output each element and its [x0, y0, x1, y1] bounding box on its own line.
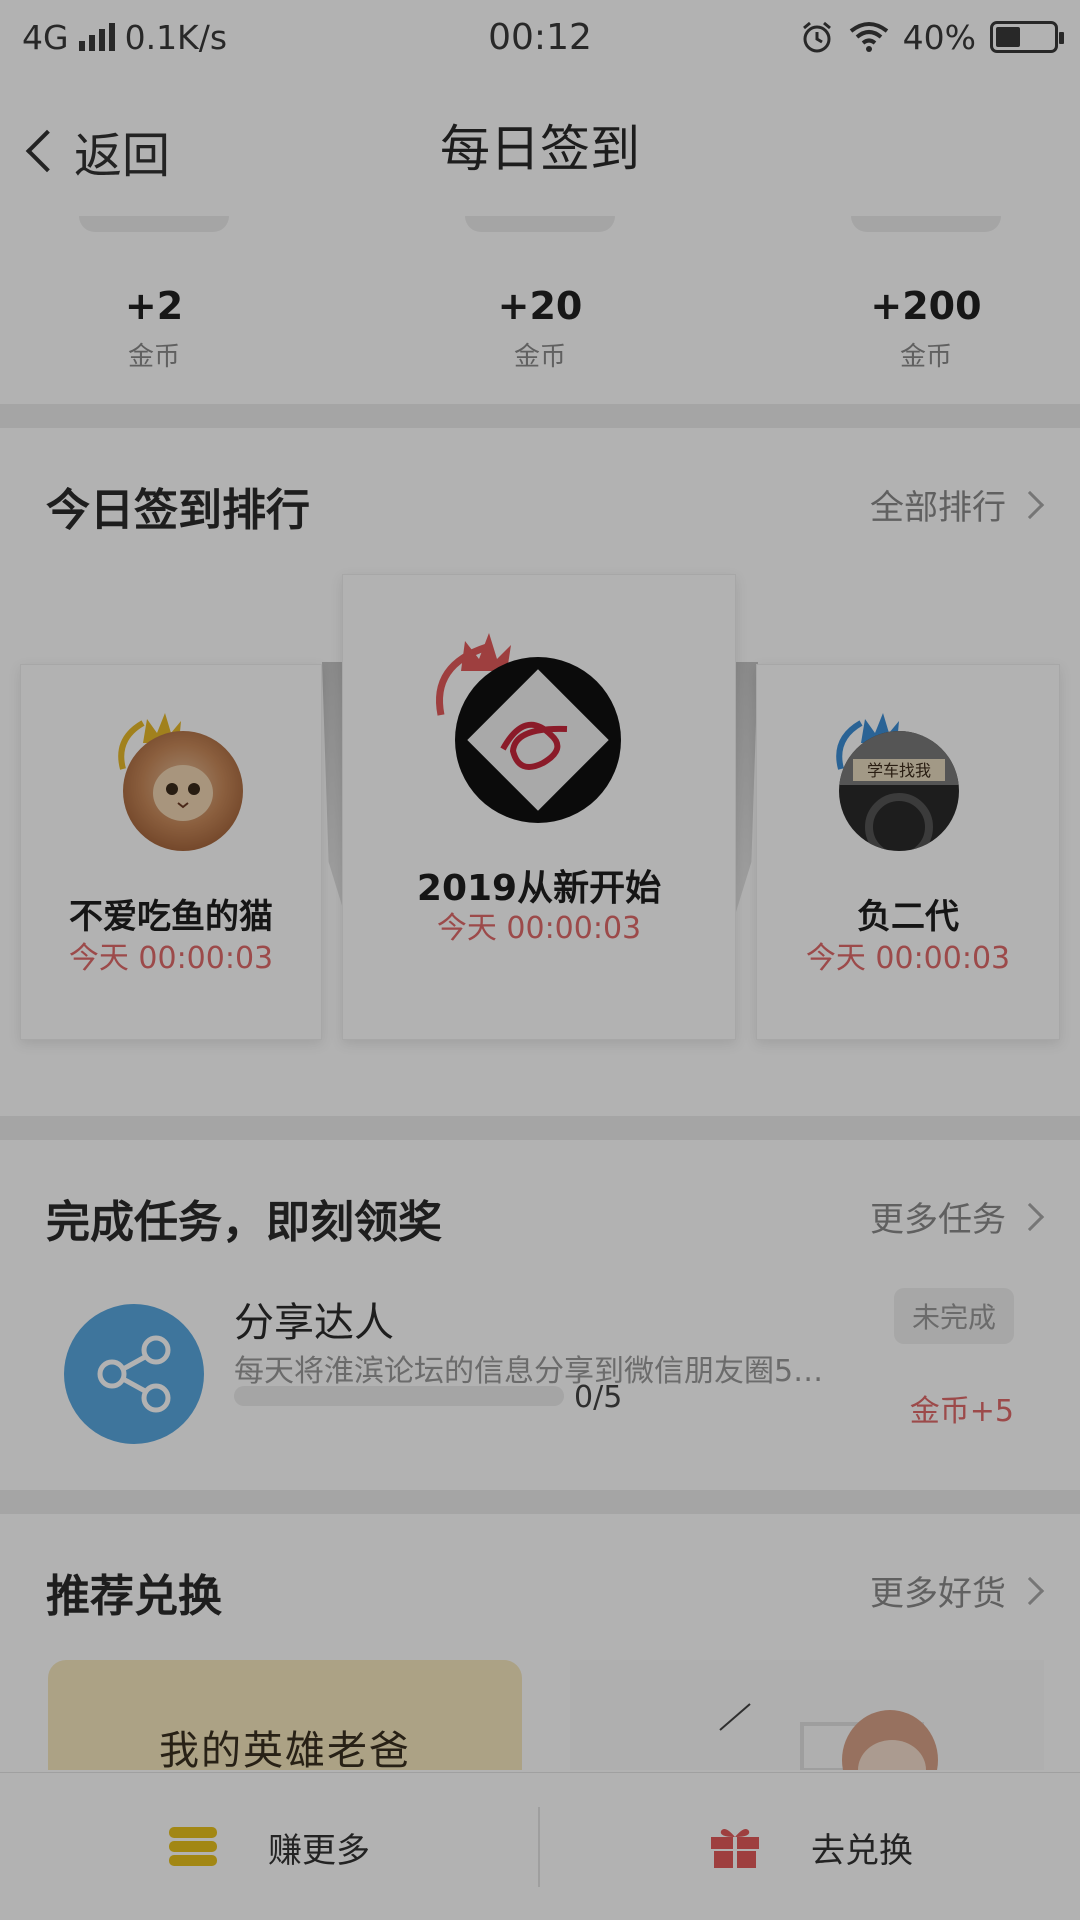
dim-overlay — [0, 0, 1080, 1920]
